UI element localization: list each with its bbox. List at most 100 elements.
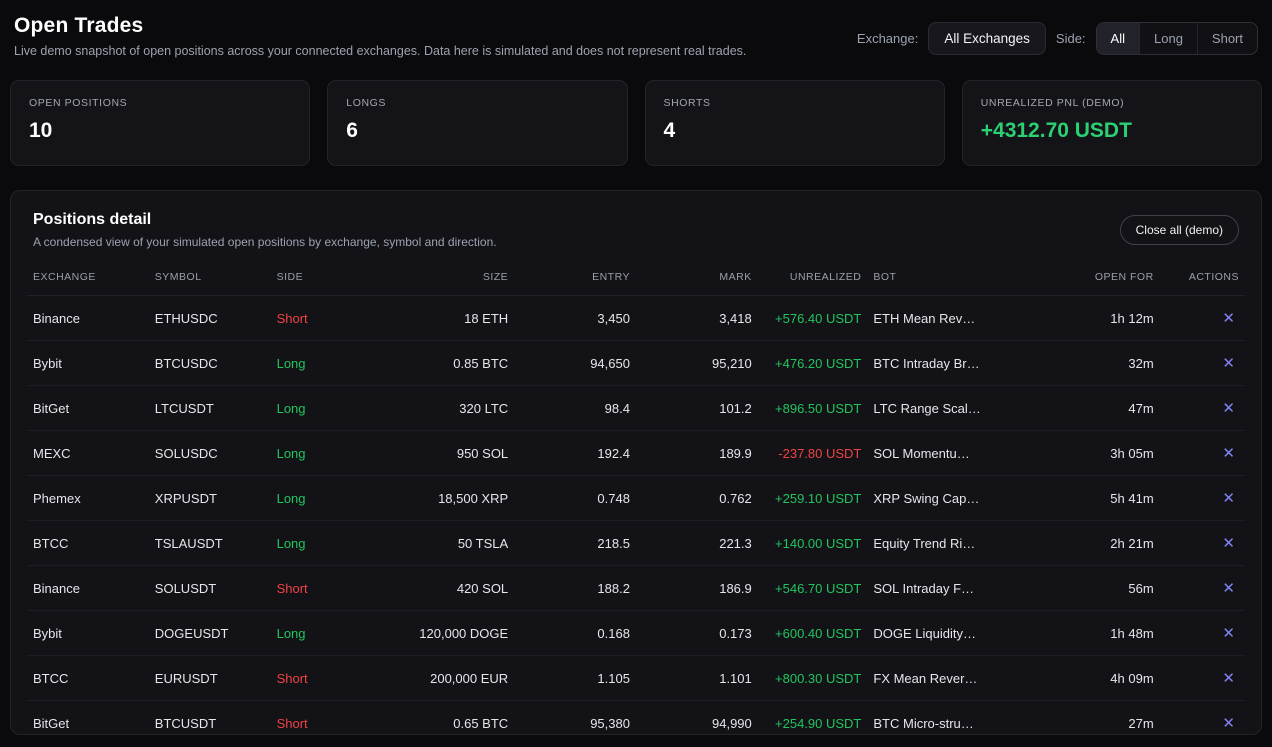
close-position-icon[interactable]: ✕ [1218,489,1239,508]
side-option-long[interactable]: Long [1139,23,1197,54]
symbol-cell: EURUSDT [149,656,271,701]
close-position-icon[interactable]: ✕ [1218,354,1239,373]
stat-label: LONGS [346,97,608,109]
stat-value: +4312.70 USDT [981,119,1243,143]
size-cell: 950 SOL [380,431,514,476]
table-row: PhemexXRPUSDTLong18,500 XRP0.7480.762+25… [27,476,1245,521]
entry-cell: 3,450 [514,296,636,341]
mark-cell: 95,210 [636,341,758,386]
unrealized-cell: +476.20 USDT [758,341,868,386]
actions-cell: ✕ [1160,566,1245,611]
stat-value: 6 [346,119,608,143]
open-for-cell: 47m [1056,386,1160,431]
unrealized-cell: +259.10 USDT [758,476,868,521]
actions-cell: ✕ [1160,296,1245,341]
bot-cell: SOL Intraday F… [867,566,1056,611]
size-cell: 420 SOL [380,566,514,611]
column-header-size: SIZE [380,263,514,296]
unrealized-cell: +140.00 USDT [758,521,868,566]
exchange-cell: BitGet [27,701,149,746]
bot-cell: ETH Mean Rev… [867,296,1056,341]
filter-controls: Exchange: All Exchanges Side: AllLongSho… [857,22,1258,55]
side-option-all[interactable]: All [1097,23,1139,54]
close-position-icon[interactable]: ✕ [1218,399,1239,418]
bot-cell: Equity Trend Ri… [867,521,1056,566]
exchange-cell: BTCC [27,656,149,701]
stat-value: 4 [664,119,926,143]
positions-panel: Positions detail A condensed view of you… [10,190,1262,735]
exchange-cell: Phemex [27,476,149,521]
actions-cell: ✕ [1160,656,1245,701]
exchange-cell: Bybit [27,611,149,656]
exchange-filter-button[interactable]: All Exchanges [928,22,1046,55]
close-position-icon[interactable]: ✕ [1218,624,1239,643]
mark-cell: 101.2 [636,386,758,431]
close-position-icon[interactable]: ✕ [1218,444,1239,463]
bot-cell: DOGE Liquidity… [867,611,1056,656]
table-row: BitGetBTCUSDTShort0.65 BTC95,38094,990+2… [27,701,1245,746]
exchange-cell: Binance [27,296,149,341]
unrealized-cell: +800.30 USDT [758,656,868,701]
column-header-unrealized: UNREALIZED [758,263,868,296]
size-cell: 18 ETH [380,296,514,341]
symbol-cell: BTCUSDC [149,341,271,386]
unrealized-cell: +576.40 USDT [758,296,868,341]
side-cell: Short [271,296,381,341]
open-for-cell: 2h 21m [1056,521,1160,566]
side-option-short[interactable]: Short [1197,23,1257,54]
close-position-icon[interactable]: ✕ [1218,714,1239,733]
mark-cell: 189.9 [636,431,758,476]
close-position-icon[interactable]: ✕ [1218,534,1239,553]
unrealized-cell: +546.70 USDT [758,566,868,611]
side-cell: Long [271,611,381,656]
table-row: BybitDOGEUSDTLong120,000 DOGE0.1680.173+… [27,611,1245,656]
column-header-bot: BOT [867,263,1056,296]
exchange-cell: Binance [27,566,149,611]
stat-value: 10 [29,119,291,143]
positions-table: EXCHANGESYMBOLSIDESIZEENTRYMARKUNREALIZE… [27,263,1245,745]
entry-cell: 192.4 [514,431,636,476]
actions-cell: ✕ [1160,386,1245,431]
symbol-cell: BTCUSDT [149,701,271,746]
entry-cell: 0.168 [514,611,636,656]
side-filter-label: Side: [1056,31,1086,46]
bot-cell: FX Mean Rever… [867,656,1056,701]
close-position-icon[interactable]: ✕ [1218,669,1239,688]
positions-title: Positions detail [33,211,497,229]
open-for-cell: 27m [1056,701,1160,746]
stat-label: SHORTS [664,97,926,109]
exchange-filter-label: Exchange: [857,31,918,46]
actions-cell: ✕ [1160,701,1245,746]
symbol-cell: XRPUSDT [149,476,271,521]
entry-cell: 218.5 [514,521,636,566]
mark-cell: 0.762 [636,476,758,521]
bot-cell: BTC Micro-stru… [867,701,1056,746]
size-cell: 200,000 EUR [380,656,514,701]
symbol-cell: DOGEUSDT [149,611,271,656]
symbol-cell: LTCUSDT [149,386,271,431]
close-all-button[interactable]: Close all (demo) [1120,215,1239,245]
table-body: BinanceETHUSDCShort18 ETH3,4503,418+576.… [27,296,1245,746]
positions-panel-titles: Positions detail A condensed view of you… [33,211,497,249]
table-row: BinanceETHUSDCShort18 ETH3,4503,418+576.… [27,296,1245,341]
close-position-icon[interactable]: ✕ [1218,579,1239,598]
stat-card: LONGS 6 [327,80,627,166]
unrealized-cell: +896.50 USDT [758,386,868,431]
table-header-row: EXCHANGESYMBOLSIDESIZEENTRYMARKUNREALIZE… [27,263,1245,296]
close-position-icon[interactable]: ✕ [1218,309,1239,328]
column-header-mark: MARK [636,263,758,296]
entry-cell: 1.105 [514,656,636,701]
exchange-cell: BTCC [27,521,149,566]
exchange-cell: BitGet [27,386,149,431]
mark-cell: 0.173 [636,611,758,656]
open-for-cell: 56m [1056,566,1160,611]
column-header-open-for: OPEN FOR [1056,263,1160,296]
column-header-side: SIDE [271,263,381,296]
unrealized-cell: +600.40 USDT [758,611,868,656]
table-row: BTCCTSLAUSDTLong50 TSLA218.5221.3+140.00… [27,521,1245,566]
positions-subtitle: A condensed view of your simulated open … [33,235,497,249]
column-header-symbol: SYMBOL [149,263,271,296]
entry-cell: 98.4 [514,386,636,431]
side-cell: Short [271,656,381,701]
open-for-cell: 1h 48m [1056,611,1160,656]
